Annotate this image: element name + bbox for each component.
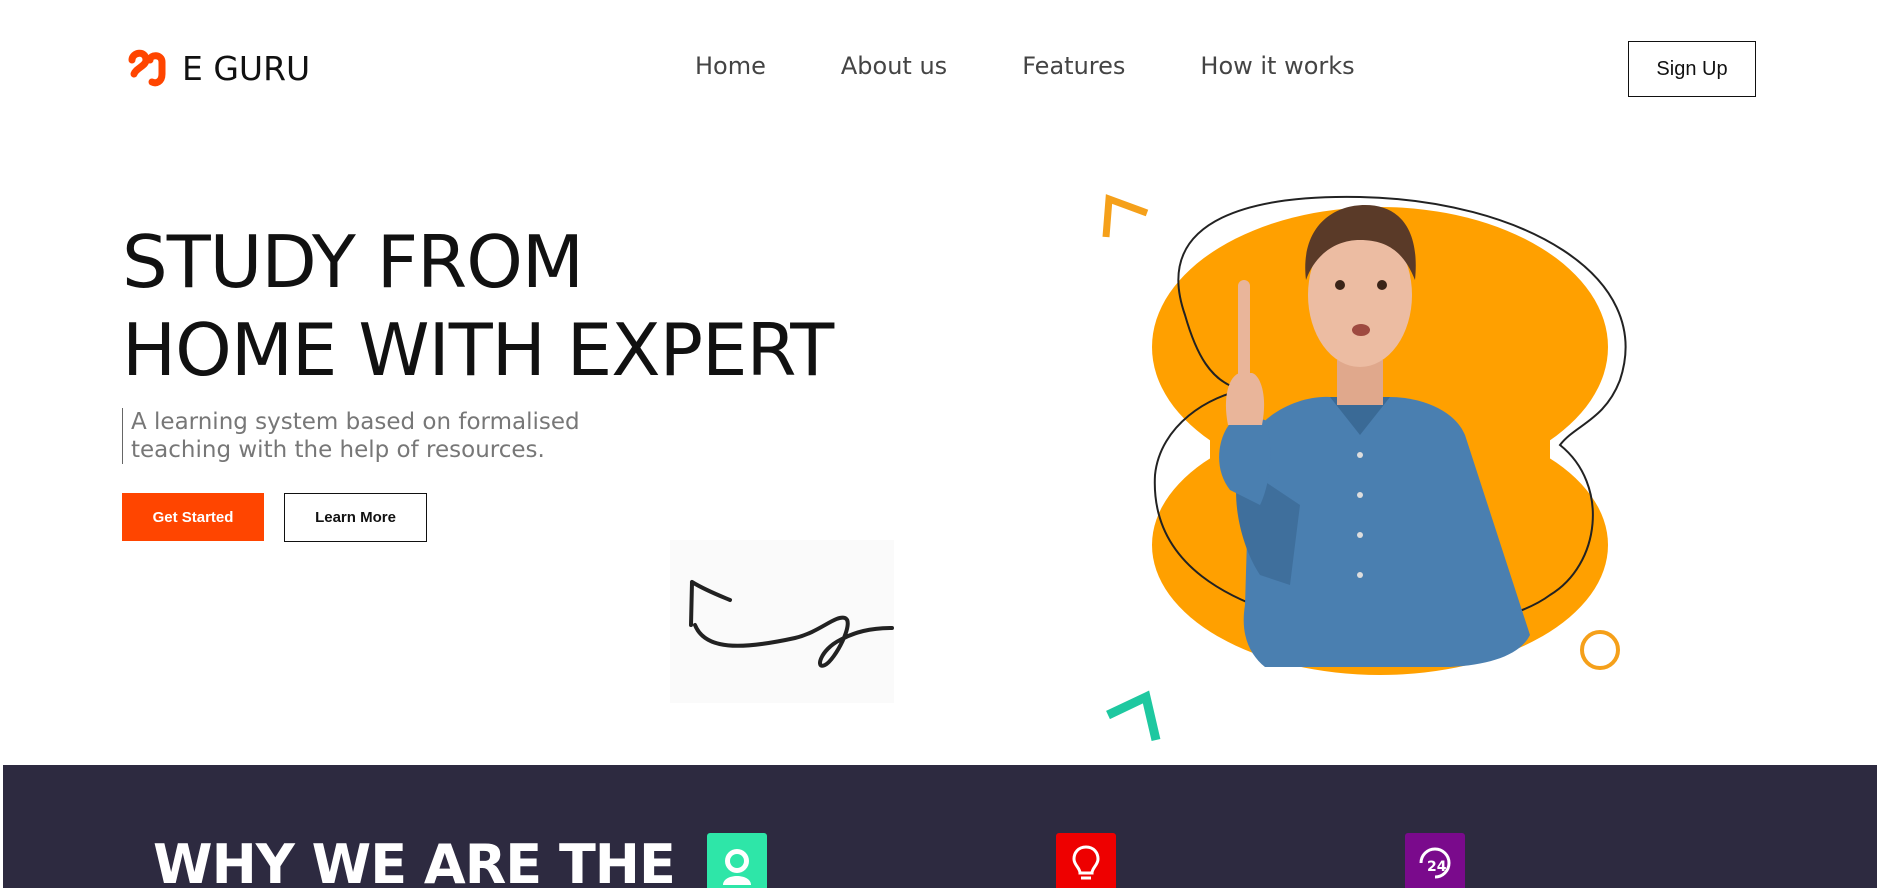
hero-title-line-2: HOME WITH EXPERT [122, 308, 834, 392]
nav-features[interactable]: Features [1022, 52, 1125, 80]
main-nav: Home About us Features How it works [695, 52, 1355, 80]
hero-subtitle: A learning system based on formalised te… [122, 408, 580, 464]
get-started-button[interactable]: Get Started [122, 493, 264, 541]
hero-subtitle-line-2: teaching with the help of resources. [131, 437, 545, 463]
why-us-section: WHY WE ARE THE 24 [3, 765, 1877, 888]
hero-illustration [1102, 194, 1627, 742]
brand-name: E GURU [182, 48, 311, 88]
24-hours-icon: 24 [1405, 833, 1465, 888]
nav-home[interactable]: Home [695, 52, 766, 80]
hero-subtitle-line-1: A learning system based on formalised [131, 409, 580, 435]
brand-logo[interactable]: E GURU [122, 44, 310, 92]
eguru-logo-icon [128, 49, 166, 87]
support-agent-icon [707, 833, 767, 888]
curved-arrow-icon [689, 580, 894, 668]
nav-how-it-works[interactable]: How it works [1200, 52, 1354, 80]
learn-more-button[interactable]: Learn More [284, 493, 427, 542]
svg-text:24: 24 [1427, 859, 1447, 875]
lightbulb-icon [1056, 833, 1116, 888]
teal-confetti-shape [1106, 690, 1161, 742]
orange-confetti-shape [1102, 194, 1149, 238]
nav-about-us[interactable]: About us [841, 52, 947, 80]
hero-title: STUDY FROM HOME WITH EXPERT [122, 218, 834, 394]
why-us-title: WHY WE ARE THE [153, 833, 676, 888]
curved-arrow-graphic [670, 540, 894, 703]
orange-ring-shape [1580, 630, 1620, 670]
sign-up-button[interactable]: Sign Up [1628, 41, 1756, 97]
hero-title-line-1: STUDY FROM [122, 220, 584, 304]
